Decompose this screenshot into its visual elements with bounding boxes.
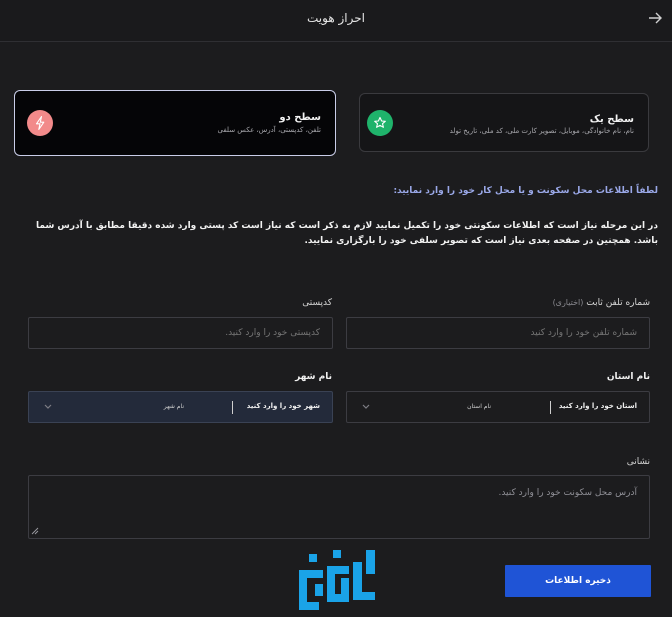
lightning-icon [27,110,53,136]
phone-input[interactable] [346,317,650,349]
postal-code-input[interactable] [28,317,333,349]
city-sub: نام شهر [163,403,184,410]
level-one-description: نام، نام خانوادگی، موبایل، تصویر کارت مل… [449,127,634,135]
city-value: شهر خود را وارد کنید [246,402,320,410]
city-label: نام شهر [295,372,332,382]
star-icon [367,110,393,136]
city-separator [232,401,233,414]
province-select[interactable]: استان خود را وارد کنید نام استان [346,391,650,423]
chevron-down-icon [361,401,371,414]
resize-grip-icon[interactable] [31,527,39,537]
arrow-right-icon[interactable] [646,10,664,28]
province-label: نام استان [606,372,650,382]
chevron-down-icon [43,401,53,414]
address-placeholder: آدرس محل سکونت خود را وارد کنید. [498,488,637,498]
level-two-description: تلفن، کدپستی، آدرس، عکس سلفی [217,126,321,134]
city-select[interactable]: شهر خود را وارد کنید نام شهر [28,391,333,423]
brand-logo [297,548,377,614]
info-text: در این مرحله نیاز است که اطلاعات سکونتی … [36,221,658,246]
level-two-card[interactable]: سطح دو تلفن، کدپستی، آدرس، عکس سلفی [14,90,336,156]
phone-label-text: شماره تلفن ثابت [586,298,650,308]
postal-label: کدپستی [302,298,332,308]
form-prompt: لطفاً اطلاعات محل سکونت و یا محل کار خود… [393,186,658,196]
province-sub: نام استان [467,403,491,410]
phone-label: شماره تلفن ثابت (اختیاری) [553,298,650,308]
level-two-title: سطح دو [279,112,321,123]
level-one-title: سطح یک [589,114,634,125]
phone-optional: (اختیاری) [552,298,584,307]
level-one-card[interactable]: سطح یک نام، نام خانوادگی، موبایل، تصویر … [359,93,649,152]
top-bar: احراز هویت [0,0,672,42]
province-separator [550,401,551,414]
page-title: احراز هویت [307,11,365,25]
save-button[interactable]: ذخیره اطلاعات [505,565,651,597]
address-label: نشانی [626,457,650,467]
address-textarea[interactable]: آدرس محل سکونت خود را وارد کنید. [28,475,650,539]
province-value: استان خود را وارد کنید [558,402,637,410]
